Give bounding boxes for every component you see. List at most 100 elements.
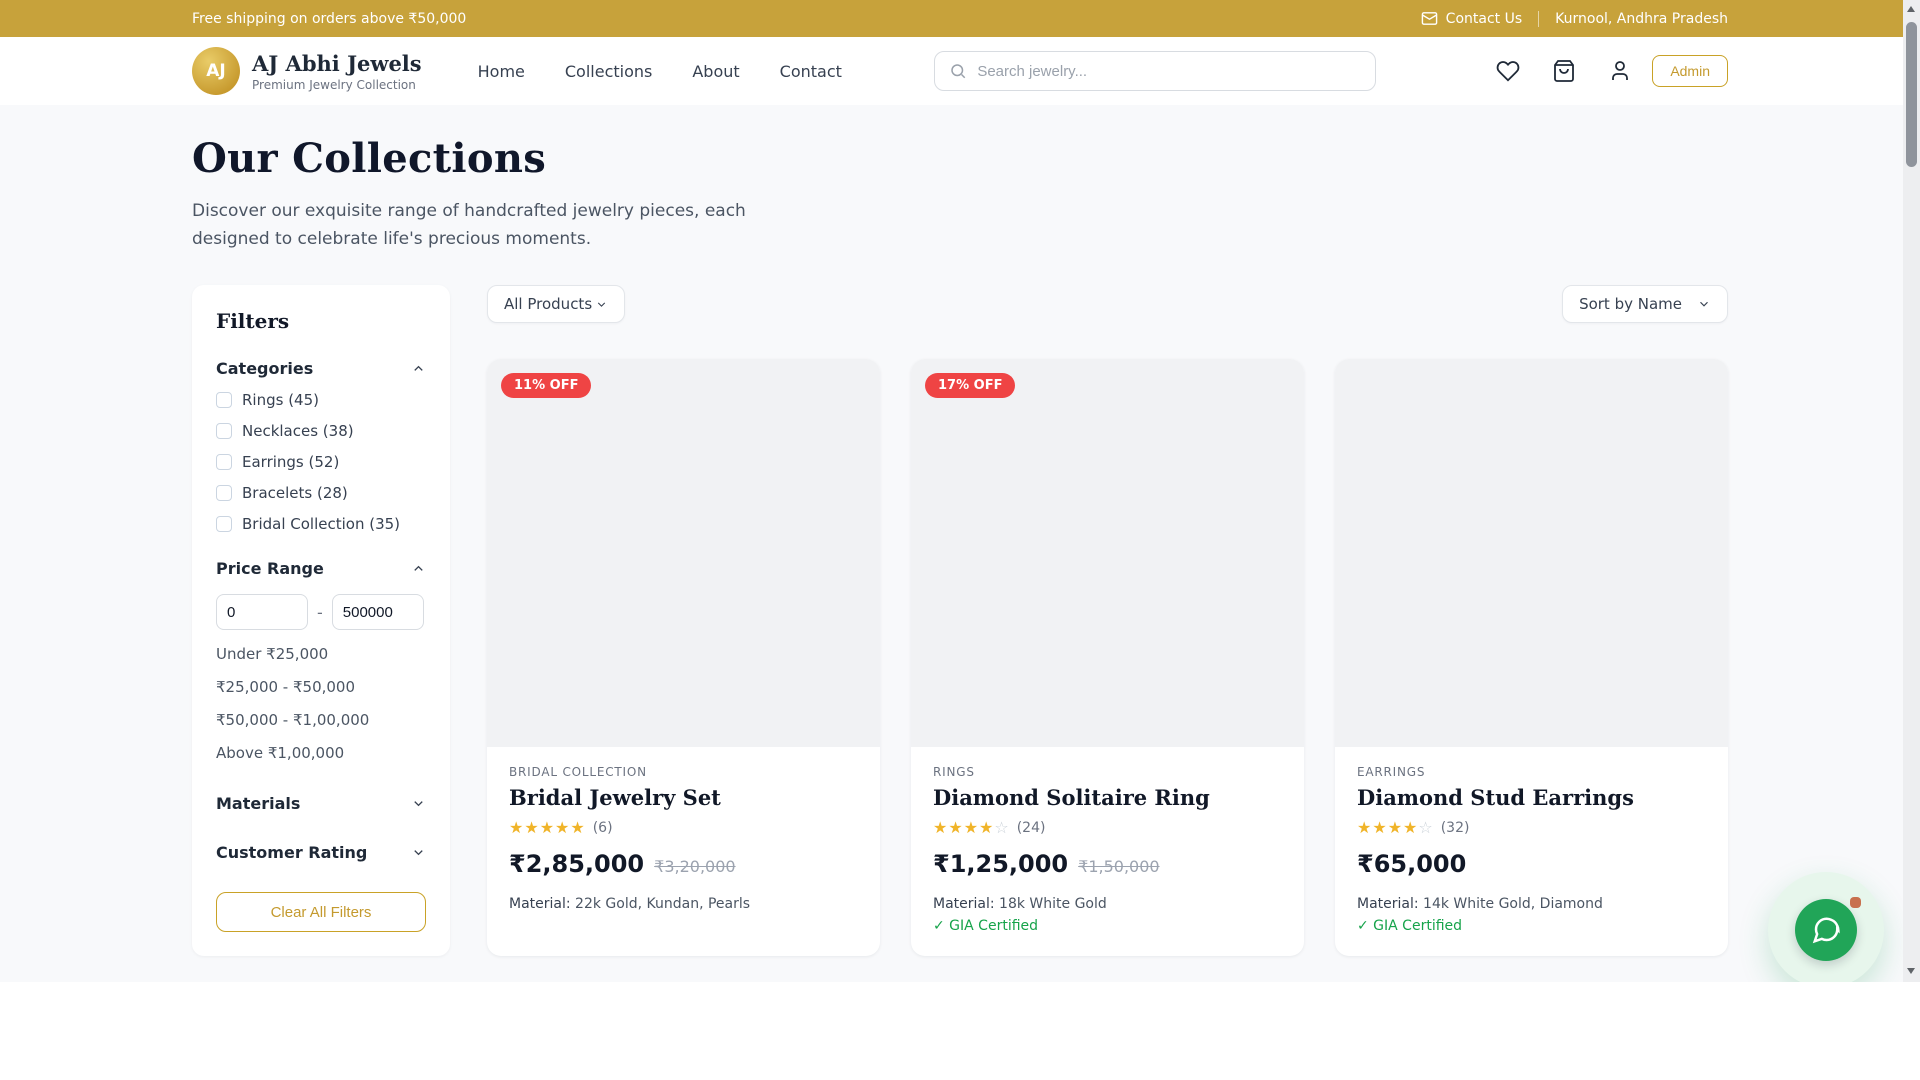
filter-label: Bridal Collection (35) (242, 515, 400, 533)
contact-us-link[interactable]: Contact Us (1421, 10, 1522, 27)
location-text: Kurnool, Andhra Pradesh (1555, 11, 1728, 27)
product-rating: ★★★★ ☆ (32) (1357, 818, 1706, 837)
search-bar[interactable] (934, 51, 1376, 91)
scrollbar-up-arrow[interactable] (1907, 6, 1915, 12)
filters-title: Filters (216, 309, 426, 333)
vertical-scrollbar[interactable] (1903, 0, 1920, 982)
material-label: Material: (1357, 896, 1419, 912)
shipping-notice: Free shipping on orders above ₹50,000 (192, 11, 466, 27)
site-header: AJ AJ Abhi Jewels Premium Jewelry Collec… (0, 37, 1920, 105)
products-section: All Products Sort by Name (487, 285, 1728, 982)
price-range-above-1l[interactable]: Above ₹1,00,000 (216, 744, 426, 762)
materials-section-toggle[interactable]: Materials (216, 794, 426, 813)
chevron-down-icon (411, 845, 426, 860)
product-rating: ★★★★ ☆ (24) (933, 818, 1282, 837)
price-range-label: Price Range (216, 559, 324, 578)
scrollbar-thumb[interactable] (1906, 22, 1917, 167)
price-section-toggle[interactable]: Price Range (216, 559, 426, 578)
nav-about[interactable]: About (692, 62, 739, 81)
checkbox[interactable] (216, 392, 232, 408)
announcement-bar: Free shipping on orders above ₹50,000 Co… (0, 0, 1920, 37)
product-name: Diamond Stud Earrings (1357, 785, 1706, 810)
page-subtitle: Discover our exquisite range of handcraf… (192, 198, 767, 253)
price-range-under-25k[interactable]: Under ₹25,000 (216, 645, 426, 663)
review-count: (24) (1017, 820, 1046, 836)
product-original-price: ₹3,20,000 (654, 857, 735, 876)
nav-home[interactable]: Home (478, 62, 525, 81)
product-image-placeholder (1335, 359, 1728, 747)
star-icons-filled: ★★★★ (933, 818, 994, 837)
rating-section-toggle[interactable]: Customer Rating (216, 843, 426, 862)
clear-filters-button[interactable]: Clear All Filters (216, 892, 426, 932)
chevron-down-icon (1697, 297, 1711, 311)
rating-label: Customer Rating (216, 843, 367, 862)
product-card-diamond-stud-earrings[interactable]: EARRINGS Diamond Stud Earrings ★★★★ ☆ (3… (1335, 359, 1728, 956)
categories-section-toggle[interactable]: Categories (216, 359, 426, 378)
product-image-placeholder: 11% OFF (487, 359, 880, 747)
sort-select-value: Sort by Name (1579, 295, 1682, 313)
nav-collections[interactable]: Collections (565, 62, 652, 81)
cart-button[interactable] (1552, 59, 1576, 83)
product-name: Bridal Jewelry Set (509, 785, 858, 810)
product-price: ₹1,25,000 (933, 850, 1068, 878)
filter-label: Necklaces (38) (242, 422, 354, 440)
search-icon (949, 62, 967, 80)
checkbox[interactable] (216, 454, 232, 470)
material-value: 14k White Gold, Diamond (1423, 896, 1603, 912)
category-select[interactable]: All Products (487, 285, 625, 323)
filter-category-bridal[interactable]: Bridal Collection (35) (216, 515, 426, 533)
chat-button[interactable] (1795, 899, 1857, 961)
material-label: Material: (933, 896, 995, 912)
filters-panel: Filters Categories Rings (45) Ne (192, 285, 450, 956)
product-name: Diamond Solitaire Ring (933, 785, 1282, 810)
material-label: Material: (509, 896, 571, 912)
chat-bubble-icon (1811, 915, 1841, 945)
material-value: 22k Gold, Kundan, Pearls (575, 896, 750, 912)
filter-category-rings[interactable]: Rings (45) (216, 391, 426, 409)
star-icon-empty: ☆ (1418, 818, 1433, 837)
chevron-up-icon (411, 561, 426, 576)
page-title: Our Collections (192, 135, 1728, 182)
product-category: RINGS (933, 765, 1282, 779)
product-card-diamond-solitaire-ring[interactable]: 17% OFF RINGS Diamond Solitaire Ring ★★★… (911, 359, 1304, 956)
price-range-50k-1l[interactable]: ₹50,000 - ₹1,00,000 (216, 711, 426, 729)
scrollbar-down-arrow[interactable] (1907, 968, 1915, 974)
star-icons-filled: ★★★★★ (509, 818, 586, 837)
wishlist-button[interactable] (1496, 59, 1520, 83)
review-count: (6) (593, 820, 613, 836)
material-value: 18k White Gold (999, 896, 1107, 912)
checkbox[interactable] (216, 516, 232, 532)
filter-category-necklaces[interactable]: Necklaces (38) (216, 422, 426, 440)
materials-label: Materials (216, 794, 300, 813)
filter-category-earrings[interactable]: Earrings (52) (216, 453, 426, 471)
price-range-25k-50k[interactable]: ₹25,000 - ₹50,000 (216, 678, 426, 696)
account-button[interactable] (1608, 59, 1632, 83)
product-card-bridal-jewelry-set[interactable]: 11% OFF BRIDAL COLLECTION Bridal Jewelry… (487, 359, 880, 956)
filter-label: Earrings (52) (242, 453, 339, 471)
chevron-down-icon (595, 298, 608, 311)
contact-us-label: Contact Us (1446, 11, 1522, 27)
search-input[interactable] (977, 63, 1361, 80)
checkbox[interactable] (216, 423, 232, 439)
review-count: (32) (1441, 820, 1470, 836)
main-nav: Home Collections About Contact (478, 62, 842, 81)
topbar-divider (1538, 11, 1539, 27)
category-select-value: All Products (504, 295, 592, 313)
filter-category-bracelets[interactable]: Bracelets (28) (216, 484, 426, 502)
logo-initials: AJ (206, 61, 225, 81)
product-price: ₹2,85,000 (509, 850, 644, 878)
browser-viewport: Free shipping on orders above ₹50,000 Co… (0, 0, 1920, 982)
checkbox[interactable] (216, 485, 232, 501)
envelope-icon (1421, 10, 1438, 27)
nav-contact[interactable]: Contact (780, 62, 842, 81)
star-icons-filled: ★★★★ (1357, 818, 1418, 837)
price-min-input[interactable] (216, 594, 308, 630)
product-category: EARRINGS (1357, 765, 1706, 779)
product-rating: ★★★★★ (6) (509, 818, 858, 837)
brand-name: AJ Abhi Jewels (252, 51, 422, 76)
price-max-input[interactable] (332, 594, 424, 630)
sort-select[interactable]: Sort by Name (1562, 285, 1728, 323)
brand-home-link[interactable]: AJ AJ Abhi Jewels Premium Jewelry Collec… (192, 47, 422, 95)
discount-badge: 17% OFF (925, 373, 1015, 398)
admin-button[interactable]: Admin (1652, 55, 1728, 87)
